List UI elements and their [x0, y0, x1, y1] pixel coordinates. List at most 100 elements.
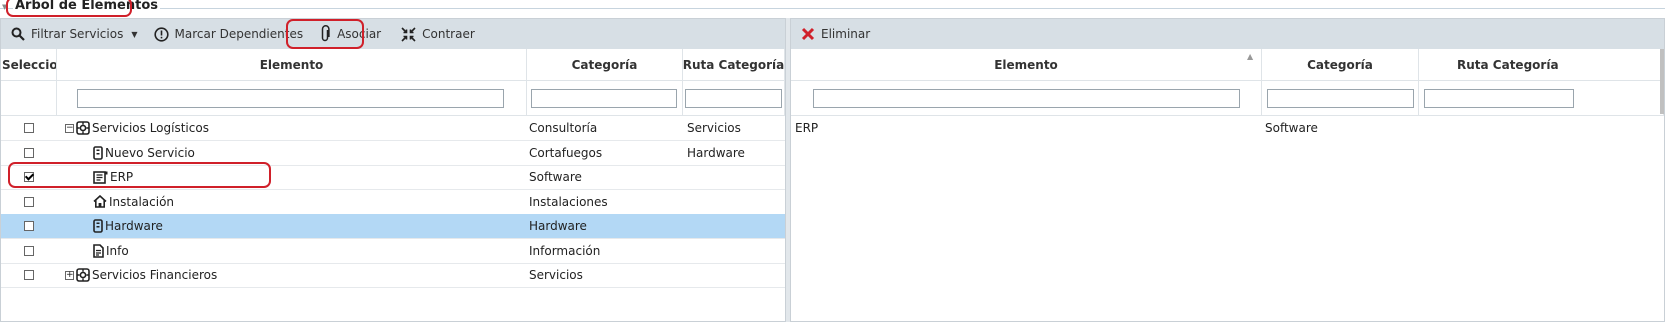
category-path-cell: Servicios: [687, 121, 741, 135]
left-panel: Filtrar Servicios ▼ Marcar Dependientes …: [0, 18, 786, 322]
category-filter-input[interactable]: [531, 89, 677, 108]
right-rows: ERP Software: [791, 116, 1664, 321]
row-checkbox[interactable]: [24, 221, 34, 231]
element-cell: Instalación: [93, 190, 174, 214]
associate-button[interactable]: Asociar: [313, 21, 387, 47]
element-name: Nuevo Servicio: [105, 145, 195, 160]
right-element-filter-input[interactable]: [813, 89, 1240, 108]
table-row[interactable]: + Servicios Financieros Servicios: [1, 263, 785, 288]
element-cell: ERP: [93, 165, 133, 189]
mark-dependents-label: Marcar Dependientes: [174, 27, 304, 41]
table-row[interactable]: Instalación Instalaciones: [1, 190, 785, 215]
mark-dependents-button[interactable]: Marcar Dependientes: [148, 21, 310, 47]
right-filter-cell-element: [791, 81, 1262, 116]
filter-services-button[interactable]: Filtrar Servicios ▼: [5, 21, 144, 47]
left-rows: − Servicios Logísticos Consultoría Servicio…: [1, 116, 785, 321]
right-filter-cell-path: [1419, 81, 1664, 116]
element-cell: Nuevo Servicio: [93, 141, 195, 165]
element-name: ERP: [110, 170, 134, 184]
collapse-node-icon[interactable]: −: [65, 123, 74, 133]
filter-cell-element: [57, 81, 527, 116]
right-category-filter-input[interactable]: [1267, 89, 1414, 108]
row-checkbox[interactable]: [24, 245, 34, 256]
header-element[interactable]: Elemento: [57, 49, 527, 81]
collapse-button[interactable]: Contraer: [395, 21, 481, 47]
row-checkbox[interactable]: [24, 123, 34, 133]
row-checkbox[interactable]: [24, 147, 34, 158]
home-icon: [93, 195, 107, 208]
element-cell: Info: [93, 239, 129, 263]
category-cell: Cortafuegos: [529, 145, 603, 160]
collapse-label: Contraer: [422, 27, 475, 41]
search-icon: [11, 27, 25, 41]
page-title: Arbol de Elementos: [13, 0, 160, 13]
document-icon: [93, 243, 104, 258]
row-checkbox[interactable]: [24, 172, 34, 182]
category-cell: Instalaciones: [529, 194, 608, 209]
table-row[interactable]: Hardware Hardware: [1, 214, 785, 239]
device-icon: [93, 145, 103, 160]
filter-row: [1, 81, 785, 116]
category-cell: Servicios: [529, 268, 583, 282]
element-name: Hardware: [105, 219, 163, 233]
service-group-icon: [76, 268, 90, 282]
right-path-filter-input[interactable]: [1424, 89, 1574, 108]
chevron-down-icon: ▼: [131, 29, 138, 39]
delete-label: Eliminar: [821, 27, 871, 41]
title-divider: [0, 8, 1665, 9]
table-row[interactable]: ERP Software: [791, 116, 1664, 141]
table-row[interactable]: Nuevo Servicio Cortafuegos Hardware: [1, 141, 785, 166]
right-grid: Elemento ▲ Categoría Ruta Categoría ERP S…: [791, 49, 1664, 321]
table-row[interactable]: ERP Software: [1, 165, 785, 190]
row-checkbox[interactable]: [24, 196, 34, 207]
delete-button[interactable]: Eliminar: [795, 21, 876, 47]
path-filter-input[interactable]: [685, 89, 782, 108]
service-group-icon: [76, 121, 90, 135]
table-row[interactable]: Info Información: [1, 239, 785, 264]
element-name: Servicios Financieros: [92, 268, 218, 282]
sort-indicator-icon: ▲: [1247, 52, 1254, 61]
right-header-element[interactable]: Elemento: [791, 49, 1262, 81]
right-scrollbar[interactable]: [1660, 49, 1664, 114]
category-cell: Información: [529, 243, 601, 258]
paperclip-icon: [321, 25, 330, 42]
delete-x-icon: [801, 27, 815, 41]
software-icon: [93, 170, 108, 184]
category-path-cell: Hardware: [687, 145, 745, 160]
element-name: Info: [106, 243, 129, 258]
filter-services-label: Filtrar Servicios: [31, 27, 124, 41]
right-filter-cell-category: [1262, 81, 1419, 116]
device-icon: [93, 219, 103, 233]
filter-cell-category: [527, 81, 683, 116]
element-filter-input[interactable]: [77, 89, 504, 108]
header-category[interactable]: Categoría: [527, 49, 683, 81]
table-row[interactable]: − Servicios Logísticos Consultoría Servicio…: [1, 116, 785, 141]
left-toolbar: Filtrar Servicios ▼ Marcar Dependientes …: [1, 19, 785, 49]
category-cell: Software: [529, 170, 582, 184]
associate-label: Asociar: [337, 27, 382, 41]
element-name: Instalación: [109, 194, 175, 209]
panel-title-bar: ▼ Arbol de Elementos: [0, 0, 1665, 16]
row-checkbox[interactable]: [24, 270, 34, 280]
element-cell: − Servicios Logísticos: [65, 116, 209, 140]
left-grid: Seleccione Elemento Categoría Ruta Categ…: [1, 49, 785, 321]
right-header-category-path[interactable]: Ruta Categoría: [1419, 49, 1664, 81]
alert-circle-icon: [153, 26, 169, 42]
category-cell: Software: [1265, 121, 1318, 135]
category-cell: Consultoría: [529, 121, 598, 135]
element-cell: Hardware: [93, 214, 163, 238]
expand-icon[interactable]: +: [65, 270, 74, 280]
element-cell: ERP: [795, 121, 819, 135]
right-panel: Eliminar Elemento ▲ Categoría Ruta Categ…: [790, 18, 1665, 322]
right-filter-row: [791, 81, 1664, 116]
element-cell: + Servicios Financieros: [65, 263, 217, 287]
right-header-category[interactable]: Categoría: [1262, 49, 1419, 81]
category-cell: Hardware: [529, 219, 587, 233]
header-select[interactable]: Seleccione: [1, 49, 57, 81]
collapse-arrows-icon: [401, 26, 416, 42]
collapse-arrow-icon[interactable]: ▼: [2, 3, 7, 11]
header-category-path[interactable]: Ruta Categoría: [683, 49, 785, 81]
filter-cell-select: [1, 81, 57, 116]
filter-cell-path: [683, 81, 785, 116]
right-toolbar: Eliminar: [791, 19, 1664, 49]
